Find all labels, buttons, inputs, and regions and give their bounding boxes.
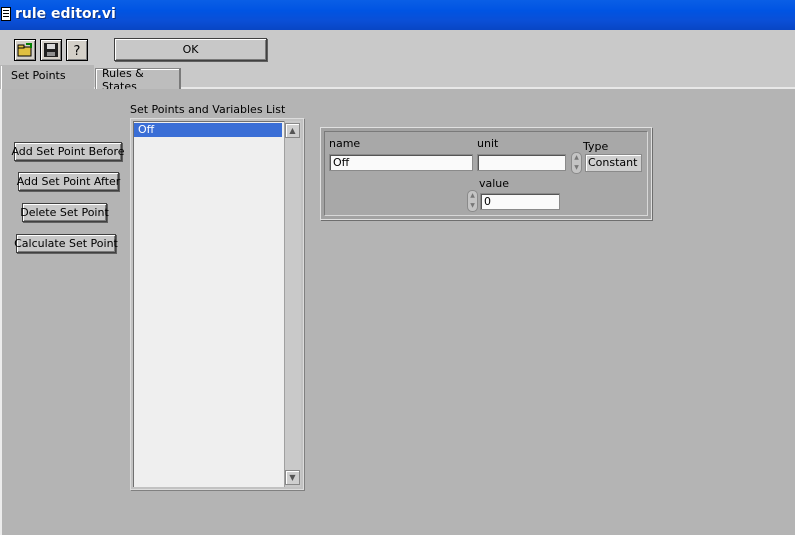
add-set-point-after-button[interactable]: Add Set Point After <box>17 172 120 191</box>
window-title: rule editor.vi <box>15 6 116 22</box>
unit-label: unit <box>477 137 499 150</box>
arrow-down-icon: ▼ <box>574 164 579 171</box>
set-points-listbox[interactable] <box>133 121 284 487</box>
tab-set-points[interactable]: Set Points <box>0 65 94 89</box>
value-field[interactable]: 0 <box>480 193 560 210</box>
list-label: Set Points and Variables List <box>130 103 286 116</box>
help-question-icon[interactable]: ? <box>66 39 88 61</box>
vi-document-icon <box>1 7 11 21</box>
name-label: name <box>329 137 361 150</box>
add-set-point-before-button[interactable]: Add Set Point Before <box>11 142 125 161</box>
scroll-up-icon[interactable]: ▲ <box>285 123 300 138</box>
arrow-up-icon: ▲ <box>470 192 475 199</box>
list-item[interactable]: Off <box>134 123 282 137</box>
arrow-up-icon: ▲ <box>574 154 579 161</box>
name-field[interactable]: Off <box>329 154 473 171</box>
save-disk-icon[interactable] <box>40 39 62 61</box>
open-folder-icon[interactable] <box>14 39 36 61</box>
scroll-down-icon[interactable]: ▼ <box>285 470 300 485</box>
title-bar <box>0 0 795 30</box>
unit-field[interactable] <box>477 154 566 171</box>
type-ring-increment-decrement[interactable]: ▲ ▼ <box>571 152 582 174</box>
value-increment-decrement[interactable]: ▲ ▼ <box>467 190 478 212</box>
calculate-set-point-button[interactable]: Calculate Set Point <box>14 234 118 253</box>
type-ring-selector[interactable]: Constant <box>585 154 642 172</box>
list-scrollbar[interactable] <box>284 121 301 487</box>
ok-button[interactable]: OK <box>114 38 267 61</box>
delete-set-point-button[interactable]: Delete Set Point <box>20 203 109 222</box>
svg-text:?: ? <box>74 44 81 58</box>
type-label: Type <box>583 140 609 153</box>
tab-rules-and-states[interactable]: Rules & States <box>95 67 181 93</box>
arrow-down-icon: ▼ <box>470 202 475 209</box>
value-label: value <box>479 177 510 190</box>
